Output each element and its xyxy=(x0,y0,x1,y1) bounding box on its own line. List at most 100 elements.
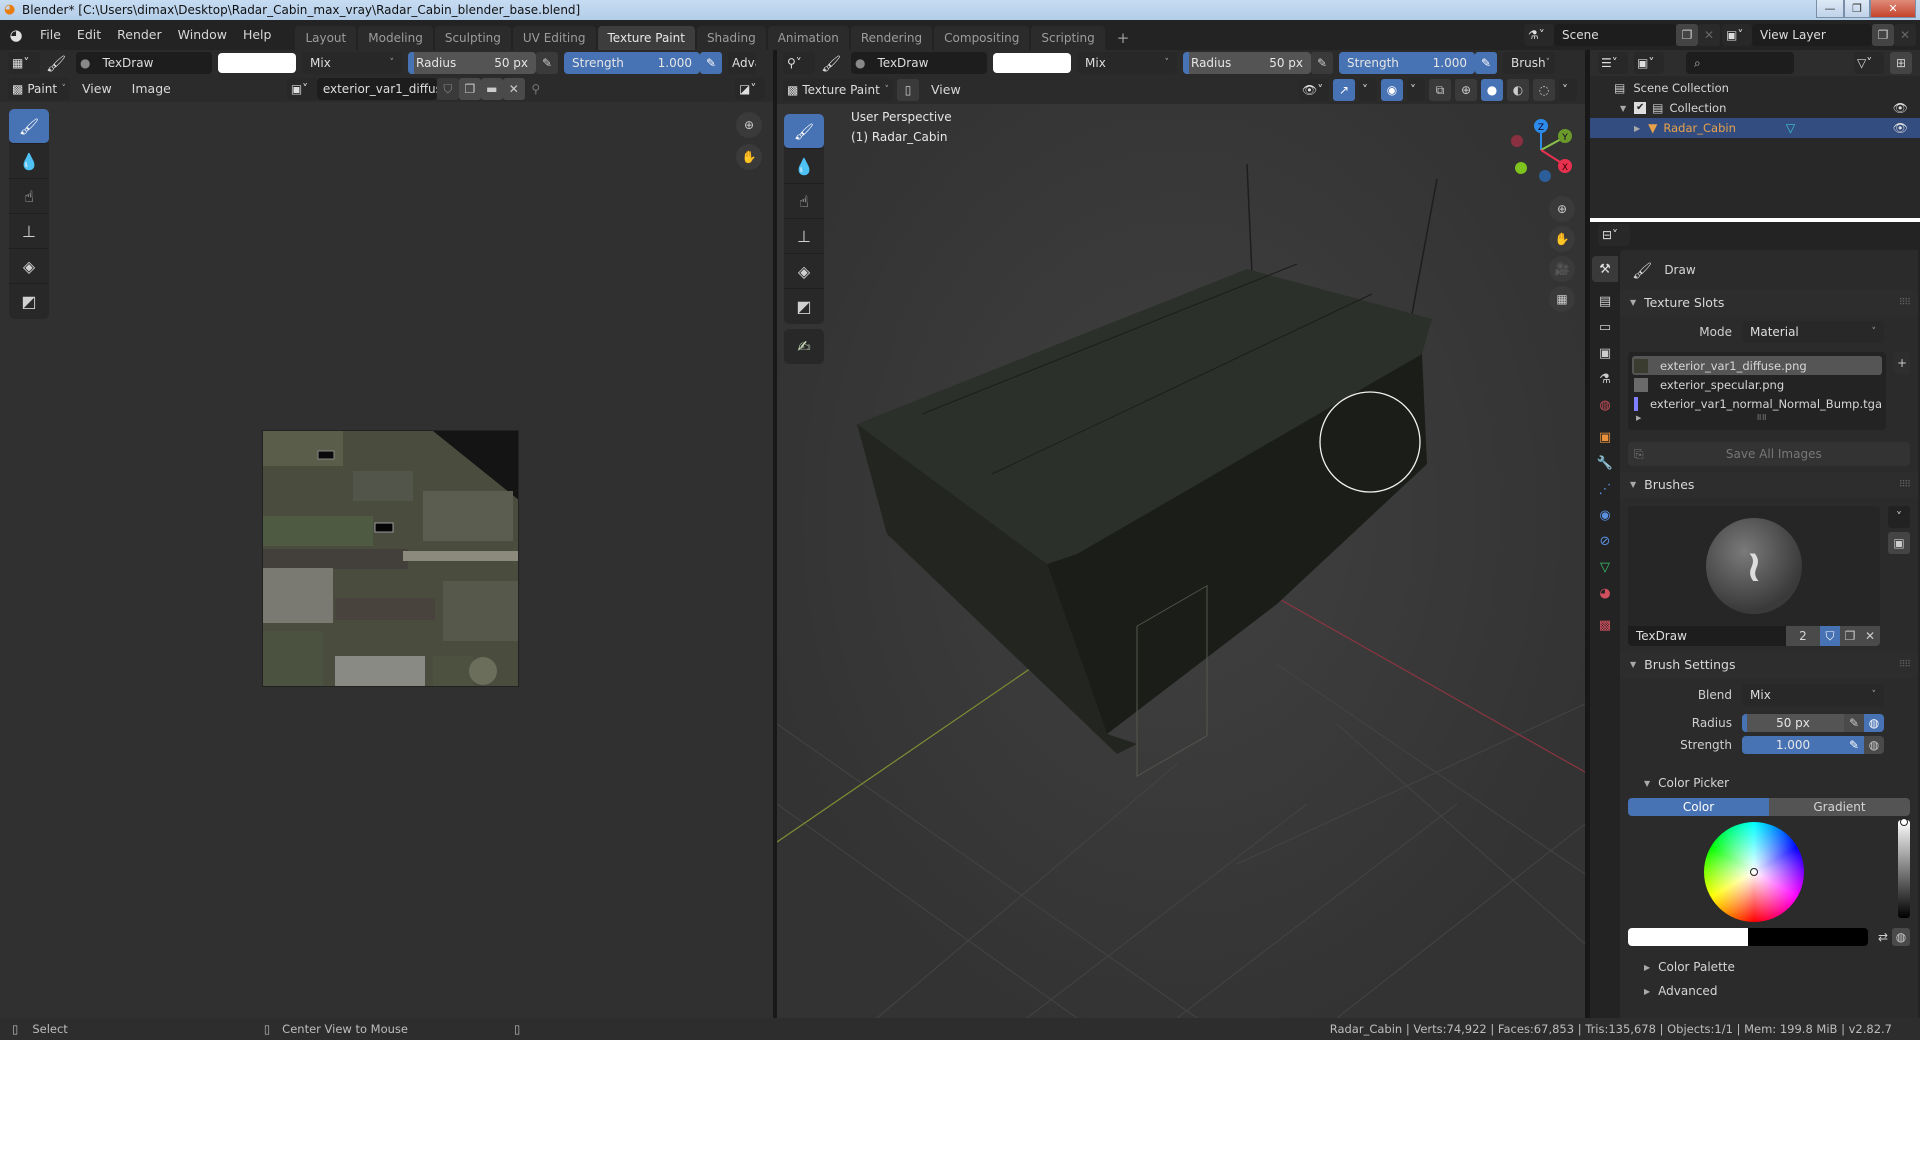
xray-toggle-icon[interactable]: ⧉ xyxy=(1429,79,1451,101)
vp-tool-soften-icon[interactable]: 💧 xyxy=(784,149,824,184)
advanced-dropdown[interactable]: Adva xyxy=(728,52,756,74)
panel-color-picker-header[interactable]: ▼ Color Picker xyxy=(1620,770,1918,796)
new-image-icon[interactable]: ❐ xyxy=(458,78,481,100)
radius-pressure-icon[interactable]: ✎ xyxy=(1844,714,1864,732)
mesh-data-icon[interactable]: ▽ xyxy=(1786,121,1795,135)
tool-clone-icon[interactable]: ⊥ xyxy=(9,214,49,249)
shading-wireframe-icon[interactable]: ⊕ xyxy=(1455,79,1477,101)
viewport-mode-dropdown[interactable]: ▩ Texture Paint ˅ xyxy=(783,79,893,101)
panel-grip-icon[interactable]: ⠿⠿ xyxy=(1899,290,1911,316)
unlink-image-icon[interactable]: ✕ xyxy=(502,78,525,100)
scene-remove-icon[interactable]: ✕ xyxy=(1698,24,1720,46)
color-wheel-cursor[interactable] xyxy=(1750,868,1758,876)
add-texture-slot-button[interactable]: + xyxy=(1894,352,1910,374)
strength-pressure-icon[interactable]: ✎ xyxy=(700,52,722,74)
tab-physics-icon[interactable]: ◉ xyxy=(1592,502,1618,528)
open-image-folder-icon[interactable]: ▬ xyxy=(480,78,503,100)
vp-pan-icon[interactable]: ✋ xyxy=(1549,226,1575,252)
show-overlays-icon[interactable]: ◉ xyxy=(1381,79,1403,101)
menu-edit[interactable]: Edit xyxy=(69,20,109,50)
tab-output-icon[interactable]: ▭ xyxy=(1592,314,1618,340)
save-all-images-button[interactable]: ⎘ Save All Images xyxy=(1628,442,1910,466)
outliner-filter-layer-icon[interactable]: ▣˅ xyxy=(1634,52,1664,74)
unlink-brush-icon[interactable]: ✕ xyxy=(1860,626,1880,646)
outliner-row-collection[interactable]: ▼ ✔ ▤ Collection 👁 xyxy=(1590,98,1920,118)
brush-user-count[interactable]: 2 xyxy=(1786,626,1820,646)
tab-mesh-data-icon[interactable]: ▽ xyxy=(1592,554,1618,580)
outliner-row-radar-cabin[interactable]: ▶ ▼ Radar_Cabin ▽ 👁 xyxy=(1590,118,1920,138)
panel-brushes-header[interactable]: ▼ Brushes ⠿⠿ xyxy=(1620,472,1918,498)
unified-color-icon[interactable]: ◍ xyxy=(1892,928,1910,946)
brush-options-chevron-icon[interactable]: ˅ xyxy=(1888,506,1910,528)
fake-user-shield-icon[interactable]: ⛉ xyxy=(436,78,459,100)
workspace-tab-shading[interactable]: Shading xyxy=(696,26,766,50)
tool-mask-icon[interactable]: ◩ xyxy=(9,284,49,319)
custom-icon-image-icon[interactable]: ▣ xyxy=(1888,532,1910,554)
menu-view[interactable]: View xyxy=(74,76,120,102)
view-layer-browse-icon[interactable]: ▣˅ xyxy=(1722,24,1752,46)
gizmo-neg-y[interactable] xyxy=(1515,162,1527,174)
workspace-tab-rendering[interactable]: Rendering xyxy=(850,26,933,50)
swap-colors-icon[interactable]: ⇄ xyxy=(1874,928,1892,946)
vp-tool-smear-icon[interactable]: ☝ xyxy=(784,184,824,219)
workspace-tab-animation[interactable]: Animation xyxy=(767,26,849,50)
selectability-visibility-icon[interactable]: 👁˅ xyxy=(1299,79,1329,101)
scene-name-field[interactable]: Scene xyxy=(1554,24,1676,46)
viewport-brush-color-swatch[interactable] xyxy=(993,53,1071,73)
panel-advanced-header[interactable]: ▶ Advanced xyxy=(1620,980,1918,1002)
workspace-tab-texture-paint[interactable]: Texture Paint xyxy=(597,26,695,50)
outliner-filter-icon[interactable]: ▽˅ xyxy=(1854,52,1884,74)
workspace-tab-layout[interactable]: Layout xyxy=(295,26,357,50)
gizmo-dropdown[interactable]: ˅ xyxy=(1359,79,1377,101)
gizmo-neg-z[interactable] xyxy=(1539,170,1551,182)
brush-blend-dropdown[interactable]: Mix ˅ xyxy=(1742,684,1884,706)
overlays-dropdown[interactable]: ˅ xyxy=(1407,79,1425,101)
value-slider[interactable] xyxy=(1898,820,1910,918)
view-layer-copy-icon[interactable]: ❐ xyxy=(1872,24,1894,46)
texture-slot-mode-dropdown[interactable]: Material ˅ xyxy=(1742,321,1884,343)
editor-type-dropdown[interactable]: ▦˅ xyxy=(8,52,40,74)
visibility-eye-icon[interactable]: 👁 xyxy=(1893,101,1908,115)
tool-draw-icon[interactable]: 🖌 xyxy=(9,109,49,144)
brush-datablock-name[interactable]: TexDraw xyxy=(1628,626,1786,646)
duplicate-brush-icon[interactable]: ❐ xyxy=(1840,626,1860,646)
shading-material-icon[interactable]: ◐ xyxy=(1507,79,1529,101)
view-layer-name-field[interactable]: View Layer xyxy=(1752,24,1872,46)
radius-pressure-icon[interactable]: ✎ xyxy=(536,52,558,74)
strength-pressure-icon[interactable]: ✎ xyxy=(1844,736,1864,754)
vp-ortho-grid-icon[interactable]: ▦ xyxy=(1549,286,1575,312)
brush-radius-slider[interactable]: 50 px xyxy=(1742,714,1844,732)
tab-gradient[interactable]: Gradient xyxy=(1769,798,1910,816)
vp-tool-annotate-icon[interactable]: ✍ xyxy=(784,329,824,364)
viewport-radius-pressure-icon[interactable]: ✎ xyxy=(1311,52,1333,74)
workspace-tab-sculpting[interactable]: Sculpting xyxy=(434,26,511,50)
expand-triangle-icon[interactable]: ▶ xyxy=(1634,124,1640,133)
tab-view-layer-icon[interactable]: ▣ xyxy=(1592,340,1618,366)
texture-image-canvas[interactable] xyxy=(262,430,519,687)
navigation-gizmo[interactable]: Z Y X xyxy=(1503,114,1573,184)
vp-tool-clone-icon[interactable]: ⊥ xyxy=(784,219,824,254)
list-expand-icon[interactable]: ▶ xyxy=(1636,414,1641,422)
vp-tool-draw-icon[interactable]: 🖌 xyxy=(784,114,824,149)
workspace-tab-uv-editing[interactable]: UV Editing xyxy=(512,26,596,50)
shading-solid-icon[interactable]: ● xyxy=(1481,79,1503,101)
visibility-eye-icon[interactable]: 👁 xyxy=(1893,121,1908,135)
blender-menu-icon[interactable]: ◕ xyxy=(0,26,32,44)
value-slider-handle[interactable] xyxy=(1900,818,1908,826)
tool-smear-icon[interactable]: ☝ xyxy=(9,179,49,214)
panel-brush-settings-header[interactable]: ▼ Brush Settings ⠿⠿ xyxy=(1620,652,1918,678)
fake-user-shield-icon[interactable]: ⛉ xyxy=(1820,626,1840,646)
tab-tool-icon[interactable]: ⚒ xyxy=(1592,256,1618,282)
view-layer-remove-icon[interactable]: ✕ xyxy=(1894,24,1916,46)
restore-button[interactable]: ❐ xyxy=(1844,0,1870,18)
expand-triangle-icon[interactable]: ▼ xyxy=(1620,104,1626,113)
tab-color[interactable]: Color xyxy=(1628,798,1769,816)
viewport-strength-slider[interactable]: Strength 1.000 xyxy=(1339,52,1475,74)
brush-name-field[interactable]: ● TexDraw xyxy=(76,52,212,74)
workspace-tab-scripting[interactable]: Scripting xyxy=(1031,26,1105,50)
viewport-radius-slider[interactable]: Radius 50 px xyxy=(1183,52,1311,74)
panel-texture-slots-header[interactable]: ▼ Texture Slots ⠿⠿ xyxy=(1620,290,1918,316)
properties-editor-type-icon[interactable]: ⊟˅ xyxy=(1598,224,1630,246)
tab-object-icon[interactable]: ▣ xyxy=(1592,424,1618,450)
add-workspace-button[interactable]: + xyxy=(1107,26,1140,50)
